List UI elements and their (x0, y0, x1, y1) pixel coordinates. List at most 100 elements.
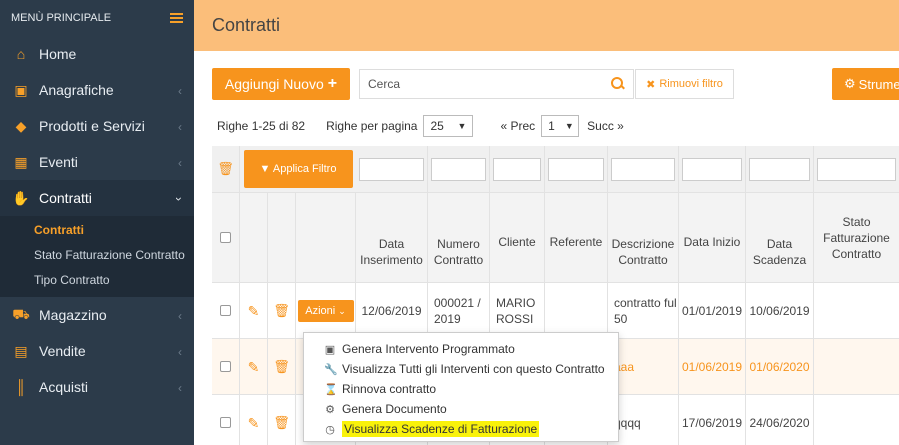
hamburger-menu-icon[interactable] (170, 13, 183, 23)
column-header[interactable]: Descrizione Contratto (608, 193, 679, 282)
sidebar-subitem-tipo-contratto[interactable]: Tipo Contratto (0, 268, 194, 293)
column-header[interactable]: Data Inizio (679, 193, 746, 282)
filter-trash-cell: 🗑 (212, 146, 240, 192)
actions-button[interactable]: Azioni ⌄ (297, 299, 354, 322)
menu-item-visualizza-interventi[interactable]: 🔧 Visualizza Tutti gli Interventi con qu… (304, 359, 618, 379)
menu-item-genera-documento[interactable]: ⚙ Genera Documento (304, 399, 618, 419)
column-header[interactable]: Data Inserimento (356, 193, 428, 282)
pencil-icon[interactable]: ✎ (248, 303, 260, 319)
filter-input-cliente[interactable] (493, 157, 541, 181)
filter-row: 🗑 ▼ Applica Filtro (212, 146, 899, 193)
pencil-icon[interactable]: ✎ (248, 359, 260, 375)
trash-icon[interactable]: 🗑 (273, 303, 290, 319)
header-cell (240, 193, 268, 282)
sidebar-header: MENÙ PRINCIPALE (0, 0, 194, 36)
column-header[interactable]: Data Scadenza (746, 193, 814, 282)
pagination-bar: Righe 1-25 di 82 Righe per pagina 25 ▼ «… (217, 115, 899, 137)
column-header[interactable]: Stato Fatturazione Contratto (814, 193, 899, 282)
trash-icon[interactable]: 🗑 (273, 359, 290, 375)
delete-cell: 🗑 (268, 339, 296, 394)
toolbar: Aggiungi Nuovo + Cerca ✖ Rimuovi filtro … (212, 68, 899, 100)
column-header[interactable]: Referente (545, 193, 608, 282)
tools-button[interactable]: ⚙ Strume (832, 68, 899, 100)
remove-filter-button[interactable]: ✖ Rimuovi filtro (635, 69, 734, 99)
filter-input-data-inserimento[interactable] (359, 157, 424, 181)
sidebar-item-anagrafiche[interactable]: ▣ Anagrafiche ‹ (0, 72, 194, 108)
menu-item-label: Genera Documento (342, 402, 447, 416)
filter-cell (428, 146, 490, 192)
sidebar-item-label: Vendite (39, 343, 86, 359)
per-page-select[interactable]: 25 ▼ (423, 115, 474, 137)
sidebar-subitem-stato-fatturazione[interactable]: Stato Fatturazione Contratto (0, 243, 194, 268)
calendar-plus-icon: ▣ (324, 343, 336, 356)
calendar-check-icon: ▦ (14, 153, 28, 170)
edit-cell: ✎ (240, 339, 268, 394)
sidebar-subitem-contratti[interactable]: Contratti (0, 218, 194, 243)
search-input[interactable]: Cerca (359, 69, 634, 99)
prev-page-link[interactable]: « Prec (500, 119, 535, 133)
hourglass-icon: ⌛ (324, 383, 338, 396)
cell-data-scadenza: 01/06/2020 (746, 339, 814, 394)
chevron-down-icon: ⌄ (338, 305, 346, 316)
filter-input-numero[interactable] (431, 157, 486, 181)
trash-icon[interactable]: 🗑 (217, 161, 234, 177)
header-cell (268, 193, 296, 282)
cell-data-inizio: 01/06/2019 (679, 339, 746, 394)
filter-input-data-scadenza[interactable] (749, 157, 810, 181)
sidebar-item-label: Contratti (39, 190, 92, 206)
sidebar-item-label: Home (39, 46, 77, 62)
column-header[interactable]: Numero Contratto (428, 193, 490, 282)
filter-cell (746, 146, 814, 192)
column-header[interactable]: Cliente (490, 193, 545, 282)
sidebar-item-acquisti[interactable]: ║ Acquisti ‹ (0, 369, 194, 405)
pencil-icon[interactable]: ✎ (248, 415, 260, 431)
row-select-cell (212, 283, 240, 338)
actions-cell: Azioni ⌄ (296, 283, 356, 338)
menu-item-rinnova-contratto[interactable]: ⌛ Rinnova contratto (304, 379, 618, 399)
chevron-left-icon: ‹ (178, 156, 182, 170)
filter-cell (608, 146, 679, 192)
menu-item-genera-intervento[interactable]: ▣ Genera Intervento Programmato (304, 339, 618, 359)
next-page-link[interactable]: Succ » (587, 119, 624, 133)
chevron-left-icon: ‹ (178, 381, 182, 395)
sidebar-item-prodotti[interactable]: ◆ Prodotti e Servizi ‹ (0, 108, 194, 144)
sidebar-item-home[interactable]: ⌂ Home (0, 36, 194, 72)
sidebar-item-magazzino[interactable]: ⛟ Magazzino ‹ (0, 297, 194, 333)
page-select[interactable]: 1 ▼ (541, 115, 580, 137)
menu-item-visualizza-scadenze[interactable]: ◷ Visualizza Scadenze di Fatturazione (304, 419, 618, 439)
trash-icon[interactable]: 🗑 (273, 415, 290, 431)
sidebar-item-eventi[interactable]: ▦ Eventi ‹ (0, 144, 194, 180)
edit-cell: ✎ (240, 283, 268, 338)
menu-item-label: Visualizza Tutti gli Interventi con ques… (342, 362, 605, 376)
filter-input-data-inizio[interactable] (682, 157, 742, 181)
row-checkbox[interactable] (220, 417, 231, 428)
select-all-checkbox[interactable] (220, 232, 231, 243)
add-new-button[interactable]: Aggiungi Nuovo + (212, 68, 350, 100)
address-card-icon: ▣ (14, 81, 28, 98)
chevron-left-icon: ‹ (178, 84, 182, 98)
chevron-left-icon: ‹ (178, 120, 182, 134)
chevron-left-icon: ‹ (178, 309, 182, 323)
sidebar-item-label: Prodotti e Servizi (39, 118, 145, 134)
apply-filter-label: Applica Filtro (272, 163, 337, 175)
sidebar-item-contratti[interactable]: ✋ Contratti › (0, 180, 194, 216)
filter-input-stato[interactable] (817, 157, 896, 181)
actions-dropdown-menu: ▣ Genera Intervento Programmato 🔧 Visual… (303, 332, 619, 442)
cell-stato (814, 339, 899, 394)
sidebar-item-vendite[interactable]: ▤ Vendite ‹ (0, 333, 194, 369)
chevron-left-icon: ‹ (178, 345, 182, 359)
row-checkbox[interactable] (220, 361, 231, 372)
delete-cell: 🗑 (268, 283, 296, 338)
shopping-basket-icon: ▤ (14, 342, 28, 359)
cell-stato (814, 283, 899, 338)
apply-filter-button[interactable]: ▼ Applica Filtro (243, 150, 353, 188)
actions-label: Azioni (305, 304, 336, 317)
per-page-label: Righe per pagina (326, 119, 418, 133)
filter-input-referente[interactable] (548, 157, 604, 181)
search-icon[interactable] (611, 77, 625, 91)
chevron-down-icon: › (172, 197, 186, 201)
caret-down-icon: ▼ (564, 121, 574, 131)
filter-cell (356, 146, 428, 192)
row-checkbox[interactable] (220, 305, 231, 316)
filter-input-descrizione[interactable] (611, 157, 675, 181)
